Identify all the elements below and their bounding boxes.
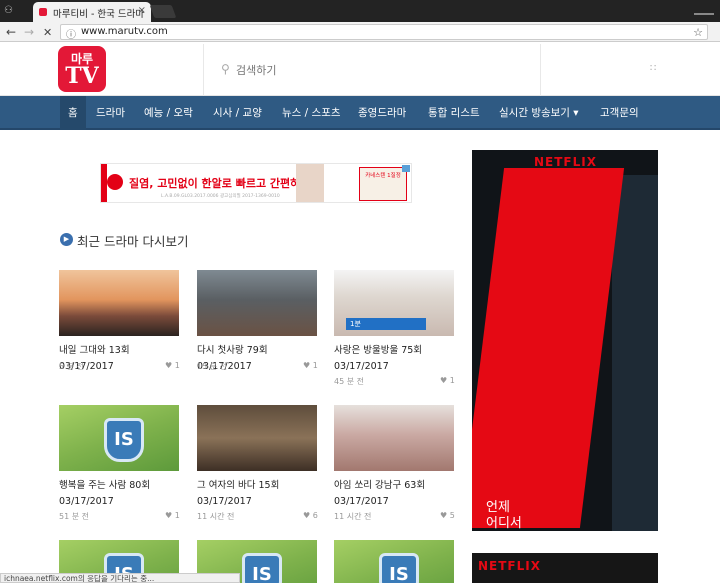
- rss-icon[interactable]: ∷: [650, 63, 656, 74]
- incognito-icon: ⚇: [4, 5, 13, 16]
- episode-thumbnail[interactable]: IS: [334, 540, 454, 583]
- browser-tab[interactable]: 마루티비 - 한국 드라마 ×: [33, 2, 151, 22]
- episode-title[interactable]: 그 여자의 바다 15회 03/17/2017: [197, 478, 322, 510]
- browser-toolbar: ← → ✕ ⓘ www.marutv.com ☆: [0, 22, 720, 42]
- search-input[interactable]: [236, 60, 516, 80]
- netflix-red-shape: [472, 168, 625, 528]
- likes-value: 6: [312, 511, 318, 520]
- nav-item-ended-drama[interactable]: 종영드라마: [358, 96, 406, 130]
- nav-item-news-sports[interactable]: 뉴스 / 스포츠: [282, 96, 341, 130]
- episode-title[interactable]: 아임 쏘리 강남구 63회 03/17/2017: [334, 478, 459, 510]
- is-shield-logo: IS: [104, 418, 144, 462]
- nav-item-home[interactable]: 홈: [60, 96, 86, 130]
- ad-brand-logo: [107, 174, 123, 190]
- netflix-logo: NETFLIX: [478, 559, 541, 573]
- back-icon[interactable]: ←: [6, 25, 16, 39]
- nav-item-live-tv[interactable]: 실시간 방송보기 ▾: [499, 96, 579, 130]
- netflix-logo: NETFLIX: [534, 155, 597, 169]
- episode-thumbnail[interactable]: IS: [59, 405, 179, 471]
- nav-item-drama[interactable]: 드라마: [96, 96, 125, 130]
- netflix-sidebar-ad-2[interactable]: NETFLIX: [472, 553, 658, 583]
- site-logo[interactable]: 마루 TV: [58, 46, 106, 92]
- nav-item-contact[interactable]: 고객문의: [600, 96, 639, 130]
- ad-headline: 질염, 고민없이 한알로 빠르고 간편하게!: [129, 177, 316, 190]
- banner-ad[interactable]: 질염, 고민없이 한알로 빠르고 간편하게! L.A.B.09.GL03.201…: [100, 163, 412, 203]
- episode-thumbnail[interactable]: [59, 270, 179, 336]
- stop-loading-icon[interactable]: ✕: [43, 26, 52, 39]
- close-tab-icon[interactable]: ×: [138, 5, 146, 16]
- ad-model-image: [296, 164, 324, 202]
- minimize-window-icon[interactable]: [694, 5, 714, 15]
- episode-thumbnail[interactable]: 1분: [334, 270, 454, 336]
- episode-thumbnail[interactable]: [334, 405, 454, 471]
- tab-title: 마루티비 - 한국 드라마: [53, 9, 145, 20]
- ad-product-box: 카네스텐 1질정: [359, 167, 407, 201]
- likes-value: 1: [174, 511, 180, 520]
- play-circle-icon: ▶: [60, 233, 73, 246]
- logo-text-tv: TV: [65, 63, 99, 89]
- episode-time: 11 시간 전: [197, 512, 235, 521]
- ad-fine-print: L.A.B.09.GL03.2017.0006 광고심의필 2017-1369-…: [161, 194, 280, 199]
- main-nav: 홈 드라마 예능 / 오락 시사 / 교양 뉴스 / 스포츠 종영드라마 통합 …: [0, 96, 720, 130]
- is-shield-logo: IS: [242, 553, 282, 583]
- netflix-sidebar-ad[interactable]: NETFLIX 언제 어디서: [472, 150, 658, 531]
- episode-title[interactable]: 행복을 주는 사람 80회 03/17/2017: [59, 478, 184, 510]
- likes-value: 5: [449, 511, 455, 520]
- likes-count: ♥ 1: [303, 361, 318, 370]
- new-tab-button[interactable]: [149, 5, 177, 18]
- adchoices-icon[interactable]: [402, 165, 410, 172]
- ad-accent-bar: [101, 164, 107, 202]
- site-info-icon[interactable]: ⓘ: [66, 26, 76, 41]
- ad-text-line2: 어디서: [486, 516, 522, 531]
- nav-item-full-list[interactable]: 통합 리스트: [428, 96, 480, 130]
- episode-time: 11 시간 전: [334, 512, 372, 521]
- likes-count: ♥ 1: [165, 511, 180, 520]
- likes-count: ♥ 5: [440, 511, 455, 520]
- episode-thumbnail[interactable]: [197, 405, 317, 471]
- address-bar[interactable]: ⓘ www.marutv.com ☆: [60, 24, 708, 41]
- likes-count: ♥ 1: [165, 361, 180, 370]
- likes-value: 1: [174, 361, 180, 370]
- likes-value: 1: [312, 361, 318, 370]
- search-box: ⚲: [203, 44, 541, 96]
- favicon-icon: [39, 8, 47, 16]
- bookmark-star-icon[interactable]: ☆: [693, 26, 703, 39]
- episode-time: 45 분 전: [334, 377, 364, 386]
- likes-value: 1: [449, 376, 455, 385]
- nav-item-current-affairs[interactable]: 시사 / 교양: [213, 96, 262, 130]
- episode-title[interactable]: 사랑은 방울방울 75회 03/17/2017: [334, 343, 459, 375]
- likes-count: ♥ 1: [440, 376, 455, 385]
- episode-time: 51 분 전: [59, 512, 89, 521]
- search-icon: ⚲: [221, 62, 230, 76]
- episode-thumbnail[interactable]: [197, 270, 317, 336]
- browser-tab-bar: ⚇ 마루티비 - 한국 드라마 ×: [0, 0, 720, 22]
- episode-time: 15 분 전: [197, 362, 227, 371]
- section-title: 최근 드라마 다시보기: [77, 234, 189, 249]
- browser-status-bar: ichnaea.netflix.com의 응답을 기다리는 중...: [0, 573, 240, 583]
- likes-count: ♥ 6: [303, 511, 318, 520]
- ad-background-band: [612, 175, 658, 531]
- url-text: www.marutv.com: [81, 26, 168, 37]
- episode-card[interactable]: IS: [334, 540, 454, 583]
- forward-icon[interactable]: →: [24, 25, 34, 39]
- thumbnail-overlay-ad[interactable]: 1분: [346, 318, 426, 330]
- is-shield-logo: IS: [379, 553, 419, 583]
- nav-item-entertainment[interactable]: 예능 / 오락: [144, 96, 193, 130]
- episode-time: 5 분 전: [59, 362, 84, 371]
